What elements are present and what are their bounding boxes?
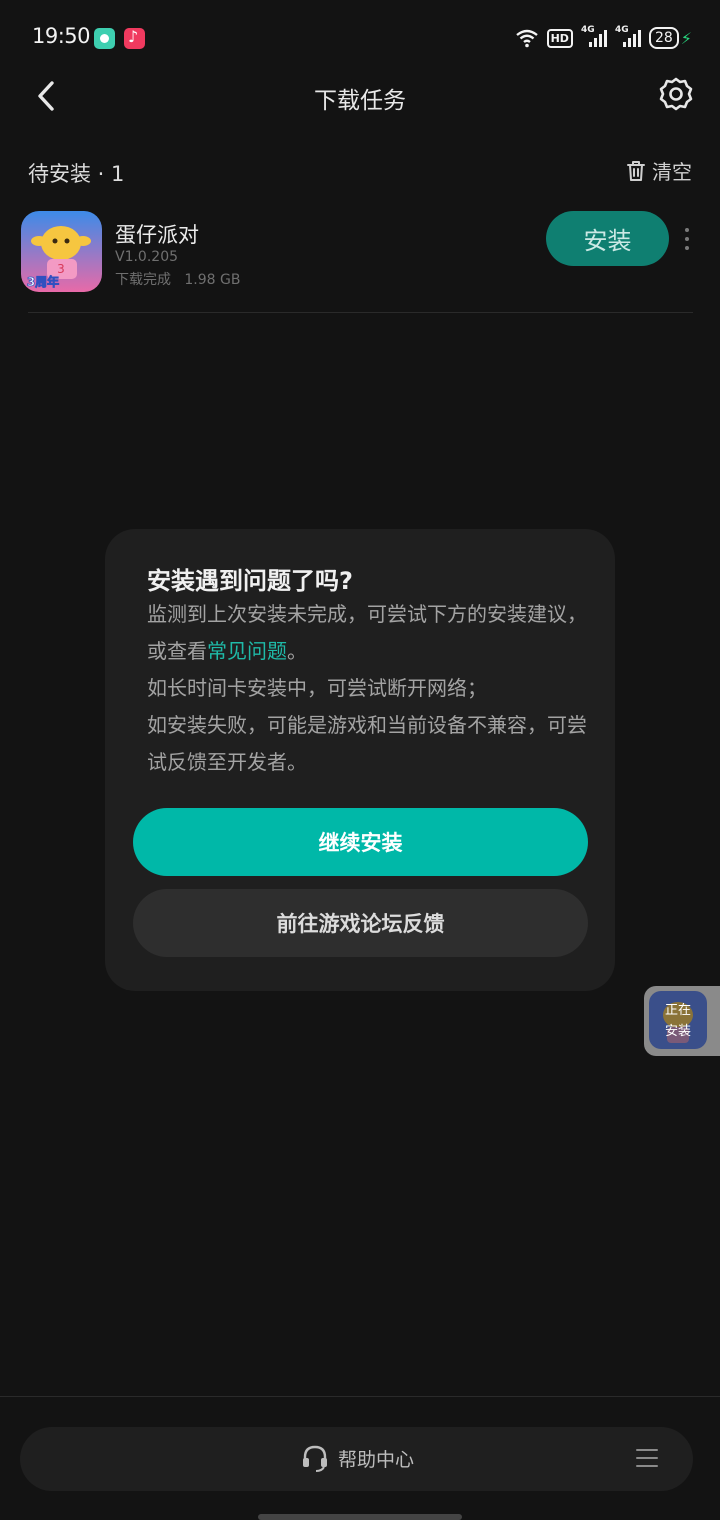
dot [685,246,689,250]
app-download-status: 下载完成 1.98 GB [115,269,240,289]
dot [685,228,689,232]
hd-icon: HD [546,28,573,48]
menu-icon-line [636,1457,658,1459]
gear-icon [659,77,693,111]
page-title: 下载任务 [314,88,406,114]
app-icon[interactable]: 3 3周年 [21,211,102,292]
wifi-icon [515,29,538,48]
svg-text:3: 3 [57,262,65,276]
installing-label: 正在 安装 [649,1000,707,1042]
dialog-title: 安装遇到问题了吗? [147,567,353,595]
continue-install-button[interactable]: 继续安装 [133,808,588,876]
forum-feedback-button[interactable]: 前往游戏论坛反馈 [133,889,588,957]
signal-label: 4G [614,25,629,35]
bottom-divider [0,1396,720,1397]
app-version: V1.0.205 [115,249,179,265]
charging-icon: ⚡ [680,28,692,48]
more-options-button[interactable] [680,228,694,250]
home-indicator[interactable] [258,1514,462,1520]
installing-floating-widget[interactable]: 正在 安装 [644,986,720,1056]
notification-app-icon [94,28,115,49]
app-name: 蛋仔派对 [115,223,199,247]
game-icon-art: 3 3周年 [21,211,102,292]
clear-label: 清空 [652,160,692,184]
help-center-button[interactable]: 帮助中心 [300,1443,414,1473]
signal-icon: 4G [580,25,607,49]
installing-line-2: 安装 [664,1024,691,1039]
app-icon-badge: 3周年 [27,274,59,289]
signal-label: 4G [580,25,595,35]
signal-icon: 4G [614,25,641,49]
dialog-text: 。 [287,639,307,663]
settings-button[interactable] [658,76,694,112]
clear-button[interactable]: 清空 [626,156,692,185]
status-indicators: HD 4G 4G 28 ⚡ [515,25,692,50]
status-text: 下载完成 [115,272,171,288]
item-divider [28,312,693,313]
battery-icon: 28 [648,27,679,49]
menu-button[interactable] [636,1449,658,1467]
dot [685,237,689,241]
help-center-label: 帮助中心 [338,1448,415,1471]
installing-line-1: 正在 [664,1003,691,1018]
install-problem-dialog: 安装遇到问题了吗? 监测到上次安装未完成，可尝试下方的安装建议，或查看常见问题。… [105,529,615,991]
dialog-body: 监测到上次安装未完成，可尝试下方的安装建议，或查看常见问题。 如长时间卡安装中，… [147,596,587,781]
dialog-paragraph-1: 监测到上次安装未完成，可尝试下方的安装建议，或查看常见问题。 [147,596,587,670]
bottom-bar: 帮助中心 [20,1427,693,1491]
file-size: 1.98 GB [184,272,241,288]
dialog-paragraph-2: 如长时间卡安装中，可尝试断开网络； [147,676,487,700]
dialog-paragraph-3: 如安装失败，可能是游戏和当前设备不兼容，可尝试反馈至开发者。 [147,713,587,774]
status-bar: 19:50 HD 4G 4G 28 ⚡ [0,0,720,76]
trash-icon [627,160,645,181]
music-app-icon [124,27,145,49]
menu-icon-line [636,1449,658,1451]
section-title: 待安装 · 1 [28,162,125,186]
menu-icon-line [636,1465,658,1467]
status-time: 19:50 [32,24,91,48]
install-button[interactable]: 安装 [546,211,669,266]
headset-icon [303,1445,327,1472]
faq-link[interactable]: 常见问题 [207,639,287,663]
